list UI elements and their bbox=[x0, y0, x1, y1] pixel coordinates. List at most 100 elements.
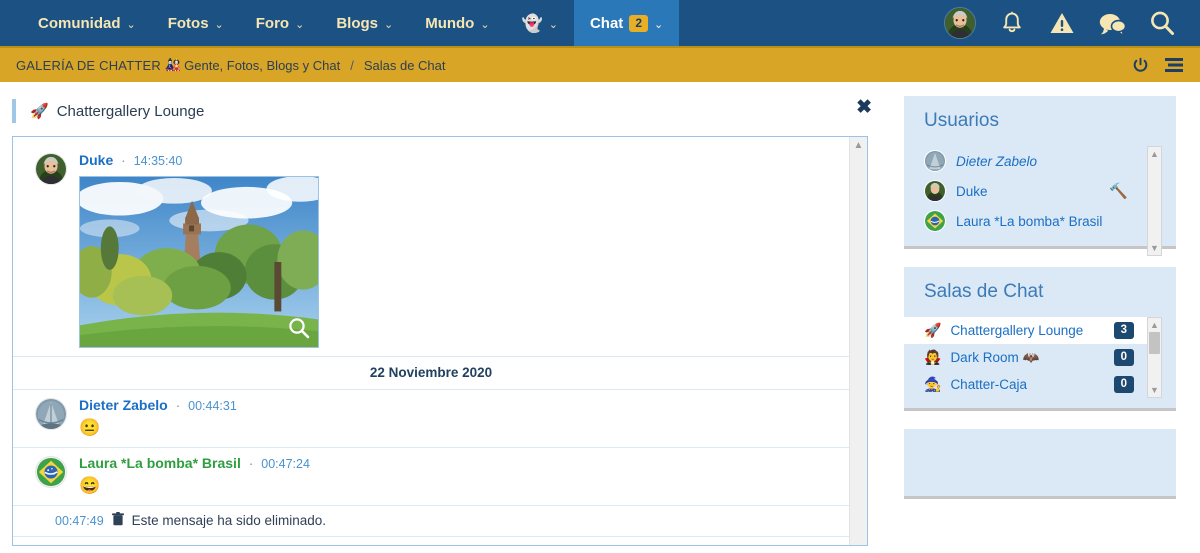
user-name: Dieter Zabelo bbox=[956, 153, 1038, 169]
avatar[interactable] bbox=[944, 7, 976, 39]
primary-nav-items: Comunidad ⌄ Fotos ⌄ Foro ⌄ Blogs ⌄ Mundo… bbox=[0, 0, 680, 46]
avatar[interactable] bbox=[35, 153, 67, 185]
nav-item-ghost[interactable]: 👻 ⌄ bbox=[506, 0, 574, 46]
room-name: Chatter-Caja bbox=[950, 377, 1027, 392]
avatar-image bbox=[36, 399, 66, 429]
chevron-down-icon: ⌄ bbox=[383, 18, 394, 31]
scroll-thumb[interactable] bbox=[1149, 332, 1160, 354]
chat-scrollbar[interactable]: ▲ bbox=[849, 137, 867, 545]
chat-message-meta: Dieter Zabelo · 00:44:31 bbox=[79, 396, 835, 415]
chat-message: Dieter Zabelo · 00:44:31 😐 bbox=[13, 390, 849, 448]
nav-item-blogs[interactable]: Blogs ⌄ bbox=[320, 0, 409, 46]
user-list: Dieter Zabelo Duke 🔨 Laura *La bomba* Br… bbox=[904, 146, 1176, 256]
meta-separator: · bbox=[175, 397, 181, 413]
scroll-up-icon[interactable]: ▲ bbox=[1148, 318, 1161, 332]
user-list-item[interactable]: Laura *La bomba* Brasil bbox=[904, 206, 1148, 236]
hammer-icon: 🔨 bbox=[1109, 183, 1128, 200]
room-header: 🚀 Chattergallery Lounge ✖ bbox=[12, 96, 892, 126]
chevron-down-icon: ⌄ bbox=[295, 18, 305, 31]
breadcrumb-home-link[interactable]: GALERÍA DE CHATTER bbox=[16, 58, 161, 73]
chat-message-time: 14:35:40 bbox=[133, 154, 183, 168]
trash-icon bbox=[111, 512, 124, 529]
avatar[interactable] bbox=[35, 456, 67, 488]
meta-separator: · bbox=[248, 455, 254, 471]
scroll-down-icon[interactable]: ▼ bbox=[1148, 241, 1161, 255]
room-list: 🚀 Chattergallery Lounge 3 🧛 Dark Room 🦇 … bbox=[904, 317, 1176, 398]
magnifier-icon[interactable] bbox=[286, 315, 312, 341]
nav-item-label: Foro bbox=[255, 14, 290, 32]
avatar bbox=[924, 150, 946, 172]
room-list-item-dark-room[interactable]: 🧛 Dark Room 🦇 0 bbox=[904, 344, 1148, 371]
room-list-item-chattergallery-lounge[interactable]: 🚀 Chattergallery Lounge 3 bbox=[904, 317, 1148, 344]
chat-message-deleted-text: Este mensaje ha sido eliminado. bbox=[131, 513, 327, 528]
chat-message-meta: Duke · 00:49:59 bbox=[79, 543, 835, 545]
meta-separator: · bbox=[121, 544, 126, 545]
avatar-image bbox=[36, 154, 66, 184]
breadcrumb-current[interactable]: Salas de Chat bbox=[364, 58, 446, 73]
breadcrumb: GALERÍA DE CHATTER 🎎 Gente, Fotos, Blogs… bbox=[0, 46, 1200, 82]
scroll-up-icon[interactable]: ▲ bbox=[850, 137, 867, 153]
chat-message-body: Duke · 00:49:59 bbox=[79, 543, 835, 545]
breadcrumb-home-tagline[interactable]: Gente, Fotos, Blogs y Chat bbox=[184, 58, 340, 73]
vampire-icon: 🧛 bbox=[924, 349, 942, 365]
meta-separator: · bbox=[121, 152, 126, 168]
nav-item-comunidad[interactable]: Comunidad ⌄ bbox=[22, 0, 152, 46]
scroll-up-icon[interactable]: ▲ bbox=[1148, 147, 1161, 161]
room-user-count-badge: 0 bbox=[1113, 349, 1134, 366]
rocket-icon: 🚀 bbox=[924, 322, 942, 338]
page-title: Chattergallery Lounge bbox=[56, 102, 205, 120]
chat-message-body: Duke · 14:35:40 bbox=[79, 151, 835, 348]
chevron-down-icon: ⌄ bbox=[214, 18, 224, 31]
nav-item-label: Mundo bbox=[425, 14, 475, 32]
nav-item-fotos[interactable]: Fotos ⌄ bbox=[152, 0, 240, 46]
rooms-scrollbar[interactable]: ▲ ▼ bbox=[1147, 317, 1162, 398]
top-navigation-bar: Comunidad ⌄ Fotos ⌄ Foro ⌄ Blogs ⌄ Mundo… bbox=[0, 0, 1200, 46]
avatar-image bbox=[36, 457, 66, 487]
room-list-item-chatter-caja[interactable]: 🧙 Chatter-Caja 0 bbox=[904, 371, 1148, 398]
chevron-down-icon: ⌄ bbox=[480, 18, 490, 31]
nav-item-chat[interactable]: Chat 2 ⌄ bbox=[573, 0, 680, 46]
avatar bbox=[924, 180, 946, 202]
nav-item-label: Comunidad bbox=[38, 14, 121, 32]
room-name: Dark Room 🦇 bbox=[950, 349, 1040, 365]
mage-icon: 🧙 bbox=[924, 376, 942, 392]
alert-triangle-icon[interactable] bbox=[1048, 9, 1076, 37]
chat-message-deleted: 00:47:49 Este mensaje ha sido eliminado. bbox=[13, 506, 849, 537]
cabot-tower-park-photo bbox=[80, 177, 318, 347]
chat-message-author[interactable]: Laura *La bomba* Brasil bbox=[79, 455, 241, 471]
sidebar: Usuarios Dieter Zabelo Duke 🔨 Laura *La … bbox=[892, 82, 1188, 517]
bell-icon[interactable] bbox=[998, 9, 1026, 37]
power-icon[interactable] bbox=[1130, 55, 1150, 75]
chat-message: Duke · 00:49:59 bbox=[13, 537, 849, 545]
user-list-item[interactable]: Duke 🔨 bbox=[904, 176, 1148, 206]
chat-bubble-icon[interactable] bbox=[1098, 9, 1126, 37]
nav-item-label: Chat bbox=[589, 14, 624, 32]
chat-message-author[interactable]: Duke bbox=[79, 544, 113, 545]
nav-item-label: Blogs bbox=[336, 14, 378, 32]
close-icon[interactable]: ✖ bbox=[856, 98, 872, 118]
scroll-down-icon[interactable]: ▼ bbox=[1148, 383, 1161, 397]
search-icon[interactable] bbox=[1148, 9, 1176, 37]
chat-message-author[interactable]: Duke bbox=[79, 152, 113, 168]
chat-message-text: 😐 bbox=[79, 418, 101, 437]
chevron-down-icon: ⌄ bbox=[126, 18, 136, 31]
avatar bbox=[924, 210, 946, 232]
rooms-panel: Salas de Chat 🚀 Chattergallery Lounge 3 … bbox=[904, 267, 1176, 411]
nav-item-label: Fotos bbox=[167, 14, 209, 32]
chat-message-photo[interactable] bbox=[79, 176, 319, 348]
avatar-image bbox=[925, 211, 945, 231]
chat-message-time: 00:47:49 bbox=[55, 513, 104, 528]
chat-message-text: 😄 bbox=[79, 476, 101, 495]
users-scrollbar[interactable]: ▲ ▼ bbox=[1147, 146, 1162, 256]
user-list-item[interactable]: Dieter Zabelo bbox=[904, 146, 1148, 176]
chat-message-meta: Duke · 14:35:40 bbox=[79, 151, 835, 170]
chat-message-time: 00:44:31 bbox=[188, 399, 237, 413]
avatar[interactable] bbox=[35, 398, 67, 430]
nav-item-foro[interactable]: Foro ⌄ bbox=[240, 0, 321, 46]
chat-message-body: Laura *La bomba* Brasil · 00:47:24 😄 bbox=[79, 454, 835, 497]
nav-item-mundo[interactable]: Mundo ⌄ bbox=[409, 0, 505, 46]
list-menu-icon[interactable] bbox=[1164, 55, 1184, 75]
ghost-icon: 👻 bbox=[521, 13, 543, 33]
avatar-image bbox=[945, 8, 975, 38]
chat-message-author[interactable]: Dieter Zabelo bbox=[79, 397, 168, 413]
